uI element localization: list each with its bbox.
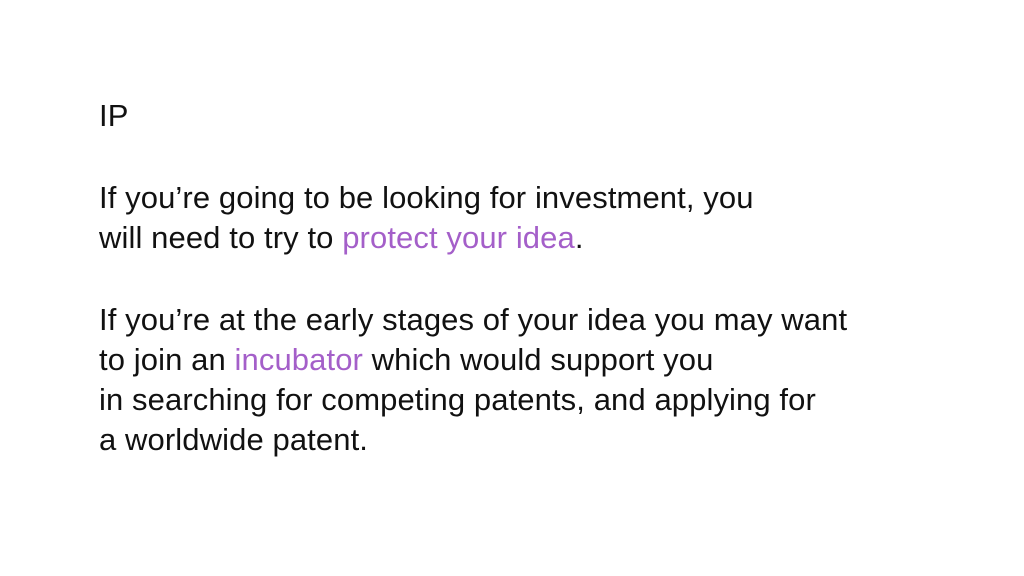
paragraph-2-line-3: in searching for competing patents, and … — [99, 382, 816, 417]
paragraph-2-text-before-link: to join an — [99, 342, 235, 377]
slide-content: IP If you’re going to be looking for inv… — [99, 96, 979, 460]
protect-your-idea-link[interactable]: protect your idea — [342, 220, 575, 255]
paragraph-1-text-before-link: will need to try to — [99, 220, 343, 255]
paragraph-2-line-1: If you’re at the early stages of your id… — [99, 302, 848, 337]
paragraph-2-line-4: a worldwide patent. — [99, 422, 369, 457]
incubator-link[interactable]: incubator — [235, 342, 363, 377]
slide-heading: IP — [99, 98, 129, 133]
paragraph-1-line-1: If you’re going to be looking for invest… — [99, 180, 754, 215]
paragraph-1-text-after-link: . — [574, 220, 584, 255]
paragraph-2-text-after-link: which would support you — [362, 342, 714, 377]
paragraph-2-line-2: to join an incubator which would support… — [99, 340, 979, 380]
paragraph-1-line-2: will need to try to protect your idea. — [99, 218, 979, 258]
